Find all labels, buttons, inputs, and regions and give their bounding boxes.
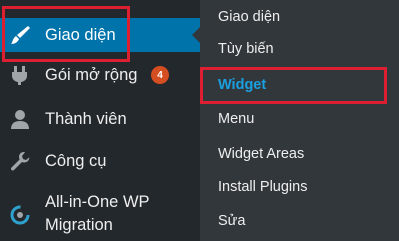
sidebar-item-plugins[interactable]: Gói mở rộng 4 [0,58,200,92]
wrench-icon [9,150,31,172]
plugin-icon [9,64,31,86]
submenu-item-label: Widget Areas [218,146,305,162]
sidebar-item-label: Thành viên [45,109,127,128]
submenu-item-menus[interactable]: Menu [200,104,399,134]
update-count-badge: 4 [151,66,169,84]
submenu-item-label: Tùy biến [218,41,274,57]
sidebar-item-tools[interactable]: Công cụ [0,144,200,178]
sidebar-item-label: All-in-One WP Migration [45,191,150,237]
sidebar-item-label-line2: Migration [45,216,113,234]
sidebar-item-label: Gói mở rộng [45,65,138,84]
user-icon [9,108,31,130]
submenu-item-widget-areas[interactable]: Widget Areas [200,139,399,169]
active-menu-arrow [192,27,200,43]
sidebar-item-all-in-one-migration[interactable]: All-in-One WP Migration [0,190,200,240]
sidebar-item-users[interactable]: Thành viên [0,102,200,136]
submenu-item-label: Menu [218,111,255,127]
submenu-item-themes[interactable]: Giao diện [200,2,399,32]
submenu-item-widgets[interactable]: Widget [200,70,399,100]
submenu-item-label: Giao diện [218,9,281,25]
sidebar-item-label: Giao diện [45,25,116,44]
sidebar-item-appearance[interactable]: Giao diện [0,18,200,52]
paintbrush-icon [9,24,31,46]
migration-icon [9,204,31,226]
submenu-item-label: Sửa [218,213,246,229]
submenu-item-label: Widget [218,77,267,93]
submenu-item-install-plugins[interactable]: Install Plugins [200,172,399,202]
submenu-item-label: Install Plugins [218,179,308,195]
sidebar-item-label-line1: All-in-One WP [45,193,150,211]
submenu-item-customize[interactable]: Tùy biến [200,34,399,64]
admin-sidebar: Giao diện Gói mở rộng 4 Thành viên Công … [0,0,200,241]
appearance-submenu: Giao diện Tùy biến Widget Menu Widget Ar… [200,0,399,241]
submenu-item-editor[interactable]: Sửa [200,206,399,236]
sidebar-item-label: Công cụ [45,151,107,170]
